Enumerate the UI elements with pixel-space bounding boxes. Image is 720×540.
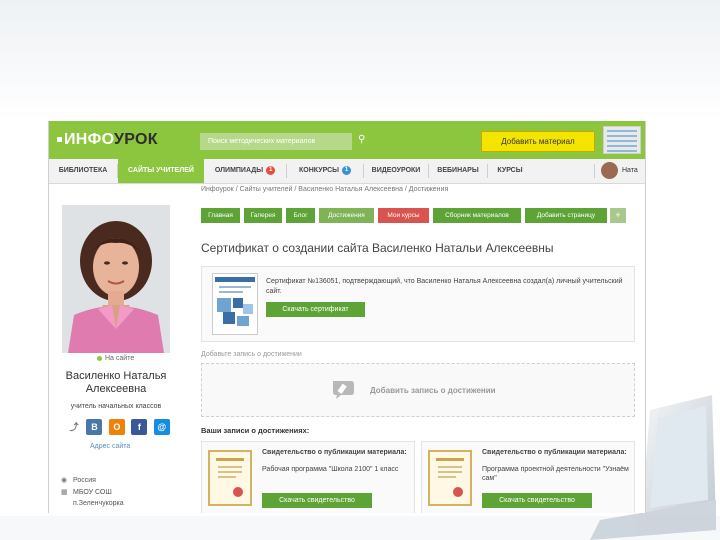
user-avatar [601, 162, 618, 180]
download-certificate-button[interactable]: Скачать сертификат [266, 302, 365, 317]
record-subtitle: Рабочая программа "Школа 2100" 1 класс [262, 466, 399, 473]
achievement-record: Свидетельство о публикации материала: Пр… [421, 441, 635, 513]
profile-name: Василенко Наталья Алексеевна [65, 370, 167, 395]
breadcrumb: Инфоурок / Сайты учителей / Василенко На… [201, 186, 449, 193]
tab-achievements[interactable]: Достижения [319, 208, 374, 223]
profile-role: учитель начальных классов [70, 403, 162, 410]
record-title: Свидетельство о публикации материала: [262, 449, 407, 456]
add-achievement-label: Добавьте запись о достижении [201, 351, 302, 358]
contests-badge: 1 [341, 165, 351, 175]
site-header: ИНФОУРОК Поиск методических материалов ⚲… [49, 121, 645, 159]
browser-screenshot: ИНФОУРОК Поиск методических материалов ⚲… [48, 121, 646, 513]
profile-school: ▦ МБОУ СОШ [61, 489, 112, 496]
breadcrumb-item: Достижения [408, 186, 449, 193]
nav-item-webinars[interactable]: ВЕБИНАРЫ [429, 159, 487, 183]
tab-gallery[interactable]: Галерея [244, 208, 282, 223]
profile-photo [62, 205, 170, 353]
profile-country: ◉ Россия [61, 477, 96, 484]
tab-home[interactable]: Главная [201, 208, 240, 223]
ad-thumbnail[interactable] [603, 126, 641, 154]
user-menu[interactable]: Ната [601, 162, 638, 180]
add-material-button[interactable]: Добавить материал [481, 131, 595, 152]
add-achievement-button-text: Добавить запись о достижении [370, 386, 496, 395]
olympiads-badge: 1 [266, 165, 276, 175]
facebook-icon[interactable]: f [131, 418, 148, 435]
add-achievement-box[interactable]: Добавить запись о достижении [201, 363, 635, 417]
location-icon: ◉ [61, 477, 68, 484]
profile-city: п.Зеленчукорка [73, 500, 124, 507]
breadcrumb-item[interactable]: Василенко Наталья Алексеевна [298, 186, 403, 193]
share-icon[interactable]: ⤴ [68, 418, 80, 435]
teacher-portrait [62, 205, 170, 353]
download-testimonial-button[interactable]: Скачать свидетельство [262, 493, 372, 508]
tab-my-courses[interactable]: Мои курсы [378, 208, 429, 223]
nav-item-video-lessons[interactable]: ВИДЕОУРОКИ [364, 159, 428, 183]
tab-add-page[interactable]: Добавить страницу [525, 208, 607, 223]
nav-item-contests[interactable]: КОНКУРСЫ 1 [287, 159, 363, 183]
logo-square-icon [57, 137, 62, 143]
search-input[interactable]: Поиск методических материалов [200, 133, 352, 150]
page-title: Сертификат о создании сайта Василенко На… [201, 241, 554, 255]
breadcrumb-item[interactable]: Инфоурок [201, 186, 234, 193]
nav-item-teacher-sites[interactable]: САЙТЫ УЧИТЕЛЕЙ [118, 159, 204, 183]
search-icon[interactable]: ⚲ [358, 134, 365, 145]
diploma-thumbnail[interactable] [208, 450, 252, 506]
nav-item-olympiads[interactable]: ОЛИМПИАДЫ 1 [204, 159, 286, 183]
online-status: На сайте [97, 355, 134, 362]
diploma-thumbnail[interactable] [428, 450, 472, 506]
online-dot-icon [97, 355, 102, 361]
vk-icon[interactable]: В [86, 418, 103, 435]
main-nav: БИБЛИОТЕКА САЙТЫ УЧИТЕЛЕЙ ОЛИМПИАДЫ 1 КОН… [49, 159, 645, 184]
achievement-record: Свидетельство о публикации материала: Ра… [201, 441, 415, 513]
nav-item-courses[interactable]: КУРСЫ [488, 159, 532, 183]
breadcrumb-item[interactable]: Сайты учителей [240, 186, 293, 193]
certificate-thumbnail[interactable] [212, 273, 258, 335]
certificate-text: Сертификат №136051, подтверждающий, что … [266, 278, 623, 295]
site-logo[interactable]: ИНФОУРОК [57, 131, 158, 149]
social-share: ⤴ В О f @ [68, 418, 172, 436]
site-address-link[interactable]: Адрес сайта [90, 443, 130, 450]
records-label: Ваши записи о достижениях: [201, 426, 310, 435]
tab-blog[interactable]: Блог [286, 208, 315, 223]
download-testimonial-button[interactable]: Скачать свидетельство [482, 493, 592, 508]
record-subtitle: Программа проектной деятельности "Узнаём… [482, 466, 629, 482]
nav-item-library[interactable]: БИБЛИОТЕКА [49, 159, 117, 183]
comment-add-icon [333, 381, 354, 399]
email-icon[interactable]: @ [153, 418, 170, 435]
record-title: Свидетельство о публикации материала: [482, 449, 627, 456]
add-tab-button[interactable]: + [610, 208, 626, 223]
school-icon: ▦ [61, 489, 68, 496]
odnoklassniki-icon[interactable]: О [108, 418, 125, 435]
certificate-card: Сертификат №136051, подтверждающий, что … [201, 266, 635, 342]
tab-materials-collection[interactable]: Сборник материалов [433, 208, 521, 223]
